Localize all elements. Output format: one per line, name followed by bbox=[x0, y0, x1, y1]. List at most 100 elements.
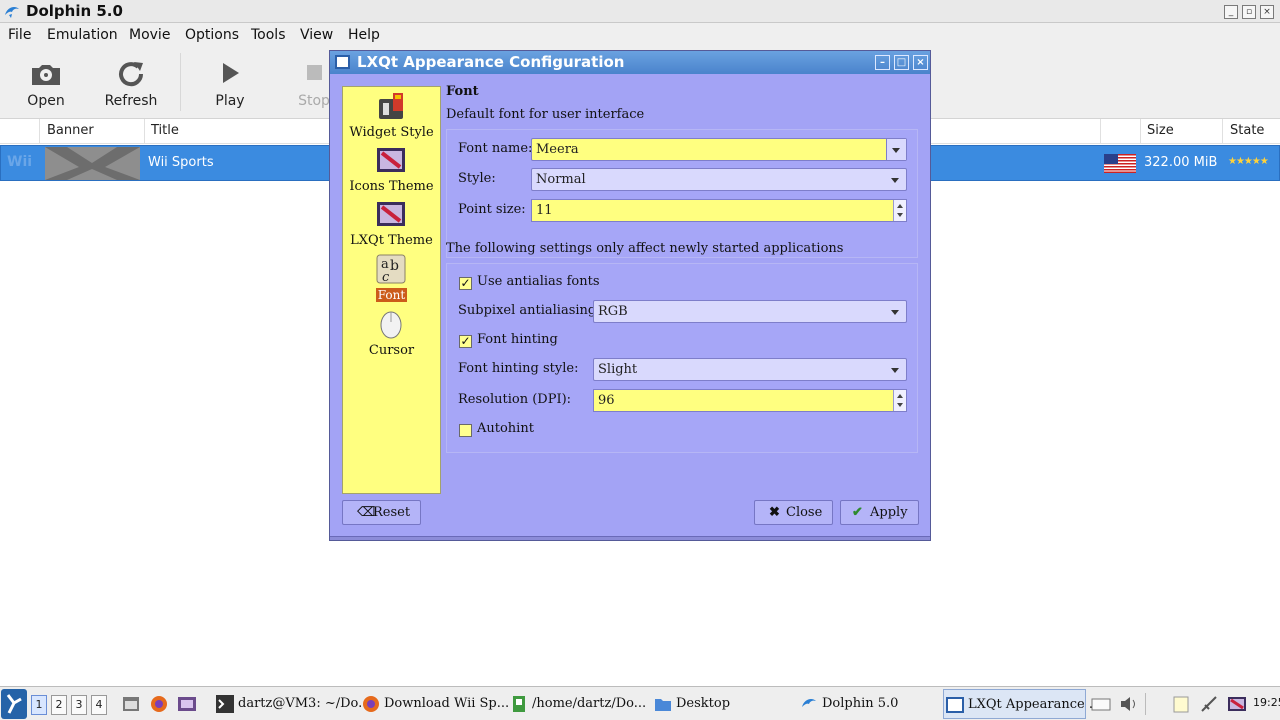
dialog-close-button[interactable]: × bbox=[913, 55, 928, 70]
antialias-label: Use antialias fonts bbox=[477, 274, 600, 289]
taskbar-item-file[interactable]: /home/dartz/Do... bbox=[508, 689, 646, 719]
game-size: 322.00 MiB bbox=[1144, 155, 1218, 170]
chevron-down-icon bbox=[891, 178, 899, 183]
lxqt-logo-icon bbox=[6, 694, 22, 714]
spin-buttons[interactable] bbox=[893, 200, 906, 221]
dialog-titlebar[interactable]: LXQt Appearance Configuration – □ × bbox=[330, 51, 930, 74]
section-subheading: Default font for user interface bbox=[446, 107, 645, 122]
keyboard-icon[interactable] bbox=[1091, 695, 1111, 713]
clock[interactable]: 19:25 bbox=[1253, 696, 1280, 709]
menu-view[interactable]: View bbox=[300, 27, 333, 43]
point-size-spinbox[interactable]: 11 bbox=[531, 199, 907, 222]
refresh-button[interactable]: Refresh bbox=[100, 47, 162, 117]
taskbar: 1 2 3 4 dartz@VM3: ~/Do... Download Wii … bbox=[0, 686, 1280, 720]
dolphin-icon bbox=[802, 699, 816, 707]
checkmark-icon: ✔ bbox=[852, 505, 863, 520]
lxqt-app-icon bbox=[946, 697, 964, 713]
autohint-checkbox[interactable] bbox=[459, 424, 472, 437]
dolphin-logo-icon bbox=[5, 7, 19, 18]
toolbar-separator bbox=[180, 53, 181, 111]
apply-button[interactable]: ✔ Apply bbox=[840, 500, 919, 525]
lxqt-theme-icon bbox=[377, 202, 405, 226]
sidebar-item-icons-theme[interactable]: Icons Theme bbox=[343, 145, 440, 195]
open-button[interactable]: Open bbox=[16, 47, 76, 117]
menu-options[interactable]: Options bbox=[185, 27, 239, 43]
column-title[interactable]: Title bbox=[151, 123, 179, 138]
menu-help[interactable]: Help bbox=[348, 27, 380, 43]
media-launcher-icon[interactable] bbox=[177, 695, 197, 713]
style-combo[interactable]: Normal bbox=[531, 168, 907, 191]
hinting-style-combo[interactable]: Slight bbox=[593, 358, 907, 381]
sidebar-item-lxqt-theme[interactable]: LXQt Theme bbox=[343, 199, 440, 249]
sidebar-item-widget-style[interactable]: Widget Style bbox=[343, 91, 440, 141]
volume-icon[interactable] bbox=[1119, 695, 1139, 713]
play-button[interactable]: Play bbox=[200, 47, 260, 117]
close-button[interactable]: ✖ Close bbox=[754, 500, 833, 525]
sidebar-item-font[interactable]: a b c Font bbox=[343, 254, 440, 304]
font-name-combo[interactable]: Meera bbox=[531, 138, 907, 161]
desktop-1-button[interactable]: 1 bbox=[31, 695, 47, 715]
subpixel-label: Subpixel antialiasing: bbox=[458, 303, 601, 318]
menu-file[interactable]: File bbox=[8, 27, 31, 43]
taskbar-item-firefox[interactable]: Download Wii Sp... bbox=[360, 689, 509, 719]
menu-tools[interactable]: Tools bbox=[251, 27, 286, 43]
font-name-dropdown-button[interactable] bbox=[886, 139, 906, 160]
close-button[interactable]: × bbox=[1260, 5, 1274, 19]
dialog-maximize-button[interactable]: □ bbox=[894, 55, 909, 70]
column-size[interactable]: Size bbox=[1147, 123, 1174, 138]
menu-emulation[interactable]: Emulation bbox=[47, 27, 118, 43]
settings-note: The following settings only affect newly… bbox=[446, 241, 844, 256]
desktop-3-button[interactable]: 3 bbox=[71, 695, 87, 715]
folder-icon bbox=[655, 699, 671, 711]
window-title: Dolphin 5.0 bbox=[26, 2, 123, 20]
taskbar-item-desktop[interactable]: Desktop bbox=[652, 689, 792, 719]
chevron-down-icon bbox=[891, 310, 899, 315]
clipboard-icon[interactable] bbox=[1171, 695, 1191, 713]
taskbar-item-terminal[interactable]: dartz@VM3: ~/Do... bbox=[214, 689, 371, 719]
desktop-4-button[interactable]: 4 bbox=[91, 695, 107, 715]
font-name-label: Font name: bbox=[458, 141, 533, 156]
taskbar-item-dolphin[interactable]: Dolphin 5.0 bbox=[798, 689, 938, 719]
dpi-label: Resolution (DPI): bbox=[458, 392, 572, 407]
dialog-title: LXQt Appearance Configuration bbox=[357, 53, 625, 71]
close-icon: ✖ bbox=[769, 505, 780, 520]
svg-text:b: b bbox=[390, 258, 399, 274]
column-state[interactable]: State bbox=[1230, 123, 1264, 138]
section-heading: Font bbox=[446, 84, 479, 99]
menu-movie[interactable]: Movie bbox=[129, 27, 170, 43]
maximize-button[interactable]: ▫ bbox=[1242, 5, 1256, 19]
game-title: Wii Sports bbox=[148, 155, 214, 170]
platform-label: Wii bbox=[7, 154, 33, 170]
window-icon bbox=[335, 55, 350, 69]
rating-stars: ★★★★★ bbox=[1228, 156, 1269, 167]
chevron-down-icon bbox=[891, 368, 899, 373]
antialias-checkbox[interactable]: ✓ bbox=[459, 277, 472, 290]
desktop-2-button[interactable]: 2 bbox=[51, 695, 67, 715]
column-banner[interactable]: Banner bbox=[47, 123, 94, 138]
category-list: Widget Style Icons Theme LXQt Theme a b bbox=[342, 86, 441, 494]
cursor-icon bbox=[380, 311, 402, 339]
spin-buttons[interactable] bbox=[893, 390, 906, 411]
dialog-bottom-edge bbox=[330, 536, 930, 540]
svg-text:c: c bbox=[382, 270, 390, 284]
sidebar-item-cursor[interactable]: Cursor bbox=[343, 309, 440, 359]
font-icon: a b c bbox=[376, 254, 406, 284]
network-icon[interactable] bbox=[1199, 695, 1219, 713]
usa-flag-icon bbox=[1104, 154, 1136, 173]
firefox-launcher-icon[interactable] bbox=[149, 695, 169, 713]
minimize-button[interactable]: _ bbox=[1224, 5, 1238, 19]
start-menu-button[interactable] bbox=[1, 689, 27, 719]
subpixel-combo[interactable]: RGB bbox=[593, 300, 907, 323]
dialog-minimize-button[interactable]: – bbox=[875, 55, 890, 70]
show-desktop-icon[interactable] bbox=[121, 695, 141, 713]
reset-button[interactable]: ⌫ Reset bbox=[342, 500, 421, 525]
dpi-spinbox[interactable]: 96 bbox=[593, 389, 907, 412]
appearance-tray-icon[interactable] bbox=[1227, 695, 1247, 713]
game-banner bbox=[45, 147, 140, 180]
hinting-style-label: Font hinting style: bbox=[458, 361, 579, 376]
file-icon bbox=[513, 696, 525, 712]
taskbar-item-lxqt-appearance[interactable]: LXQt Appearance ... bbox=[943, 689, 1101, 719]
menubar: File Emulation Movie Options Tools View … bbox=[0, 23, 1280, 47]
play-icon bbox=[223, 63, 239, 83]
hinting-checkbox[interactable]: ✓ bbox=[459, 335, 472, 348]
